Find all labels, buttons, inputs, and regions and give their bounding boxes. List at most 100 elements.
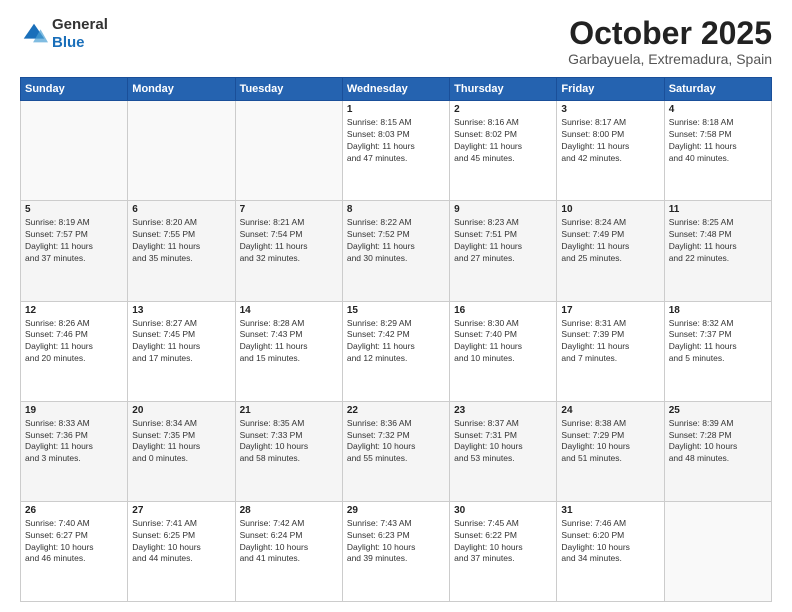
day-info: Sunrise: 8:37 AM Sunset: 7:31 PM Dayligh… — [454, 418, 552, 466]
calendar-week-row: 1 Sunrise: 8:15 AM Sunset: 8:03 PM Daylig… — [21, 101, 772, 201]
calendar-week-row: 12 Sunrise: 8:26 AM Sunset: 7:46 PM Dayli… — [21, 301, 772, 401]
logo-text: General Blue — [52, 16, 108, 52]
calendar: Sunday Monday Tuesday Wednesday Thursday… — [20, 77, 772, 602]
day-number: 7 — [240, 204, 338, 215]
header-wednesday: Wednesday — [342, 78, 449, 101]
month-title: October 2025 — [568, 16, 772, 51]
day-number: 18 — [669, 305, 767, 316]
table-row: 3 Sunrise: 8:17 AM Sunset: 8:00 PM Daylig… — [557, 101, 664, 201]
day-info: Sunrise: 8:19 AM Sunset: 7:57 PM Dayligh… — [25, 217, 123, 265]
day-info: Sunrise: 7:43 AM Sunset: 6:23 PM Dayligh… — [347, 518, 445, 566]
day-number: 1 — [347, 104, 445, 115]
day-info: Sunrise: 8:21 AM Sunset: 7:54 PM Dayligh… — [240, 217, 338, 265]
day-number: 27 — [132, 505, 230, 516]
table-row: 15 Sunrise: 8:29 AM Sunset: 7:42 PM Dayli… — [342, 301, 449, 401]
day-info: Sunrise: 7:45 AM Sunset: 6:22 PM Dayligh… — [454, 518, 552, 566]
table-row: 25Sunrise: 8:39 AM Sunset: 7:28 PM Dayli… — [664, 401, 771, 501]
day-info: Sunrise: 8:15 AM Sunset: 8:03 PM Dayligh… — [347, 117, 445, 165]
table-row: 20Sunrise: 8:34 AM Sunset: 7:35 PM Dayli… — [128, 401, 235, 501]
table-row: 27Sunrise: 7:41 AM Sunset: 6:25 PM Dayli… — [128, 501, 235, 601]
header-sunday: Sunday — [21, 78, 128, 101]
calendar-week-row: 26Sunrise: 7:40 AM Sunset: 6:27 PM Dayli… — [21, 501, 772, 601]
day-info: Sunrise: 8:20 AM Sunset: 7:55 PM Dayligh… — [132, 217, 230, 265]
day-info: Sunrise: 7:42 AM Sunset: 6:24 PM Dayligh… — [240, 518, 338, 566]
day-info: Sunrise: 8:22 AM Sunset: 7:52 PM Dayligh… — [347, 217, 445, 265]
day-info: Sunrise: 8:38 AM Sunset: 7:29 PM Dayligh… — [561, 418, 659, 466]
day-number: 8 — [347, 204, 445, 215]
day-number: 15 — [347, 305, 445, 316]
day-number: 4 — [669, 104, 767, 115]
calendar-week-row: 5 Sunrise: 8:19 AM Sunset: 7:57 PM Daylig… — [21, 201, 772, 301]
header-thursday: Thursday — [450, 78, 557, 101]
day-info: Sunrise: 7:46 AM Sunset: 6:20 PM Dayligh… — [561, 518, 659, 566]
day-info: Sunrise: 8:18 AM Sunset: 7:58 PM Dayligh… — [669, 117, 767, 165]
day-info: Sunrise: 8:34 AM Sunset: 7:35 PM Dayligh… — [132, 418, 230, 466]
table-row: 6Sunrise: 8:20 AM Sunset: 7:55 PM Daylig… — [128, 201, 235, 301]
table-row: 12 Sunrise: 8:26 AM Sunset: 7:46 PM Dayli… — [21, 301, 128, 401]
day-info: Sunrise: 8:32 AM Sunset: 7:37 PM Dayligh… — [669, 318, 767, 366]
day-info: Sunrise: 8:31 AM Sunset: 7:39 PM Dayligh… — [561, 318, 659, 366]
table-row: 5 Sunrise: 8:19 AM Sunset: 7:57 PM Daylig… — [21, 201, 128, 301]
day-info: Sunrise: 8:30 AM Sunset: 7:40 PM Dayligh… — [454, 318, 552, 366]
day-info: Sunrise: 8:24 AM Sunset: 7:49 PM Dayligh… — [561, 217, 659, 265]
day-info: Sunrise: 8:35 AM Sunset: 7:33 PM Dayligh… — [240, 418, 338, 466]
day-number: 10 — [561, 204, 659, 215]
header-tuesday: Tuesday — [235, 78, 342, 101]
day-number: 3 — [561, 104, 659, 115]
day-number: 24 — [561, 405, 659, 416]
day-number: 11 — [669, 204, 767, 215]
table-row: 22Sunrise: 8:36 AM Sunset: 7:32 PM Dayli… — [342, 401, 449, 501]
day-info: Sunrise: 8:33 AM Sunset: 7:36 PM Dayligh… — [25, 418, 123, 466]
day-info: Sunrise: 8:36 AM Sunset: 7:32 PM Dayligh… — [347, 418, 445, 466]
header: General Blue October 2025 Garbayuela, Ex… — [20, 16, 772, 67]
day-number: 5 — [25, 204, 123, 215]
table-row: 19 Sunrise: 8:33 AM Sunset: 7:36 PM Dayli… — [21, 401, 128, 501]
table-row: 9Sunrise: 8:23 AM Sunset: 7:51 PM Daylig… — [450, 201, 557, 301]
table-row: 10 Sunrise: 8:24 AM Sunset: 7:49 PM Dayli… — [557, 201, 664, 301]
day-info: Sunrise: 8:25 AM Sunset: 7:48 PM Dayligh… — [669, 217, 767, 265]
day-info: Sunrise: 8:17 AM Sunset: 8:00 PM Dayligh… — [561, 117, 659, 165]
day-info: Sunrise: 8:23 AM Sunset: 7:51 PM Dayligh… — [454, 217, 552, 265]
logo-general: General — [52, 16, 108, 33]
table-row: 7 Sunrise: 8:21 AM Sunset: 7:54 PM Daylig… — [235, 201, 342, 301]
day-info: Sunrise: 8:27 AM Sunset: 7:45 PM Dayligh… — [132, 318, 230, 366]
header-monday: Monday — [128, 78, 235, 101]
table-row — [21, 101, 128, 201]
day-info: Sunrise: 8:16 AM Sunset: 8:02 PM Dayligh… — [454, 117, 552, 165]
table-row: 29 Sunrise: 7:43 AM Sunset: 6:23 PM Dayli… — [342, 501, 449, 601]
header-friday: Friday — [557, 78, 664, 101]
table-row: 13 Sunrise: 8:27 AM Sunset: 7:45 PM Dayli… — [128, 301, 235, 401]
day-info: Sunrise: 8:29 AM Sunset: 7:42 PM Dayligh… — [347, 318, 445, 366]
page: General Blue October 2025 Garbayuela, Ex… — [0, 0, 792, 612]
table-row — [128, 101, 235, 201]
table-row: 18 Sunrise: 8:32 AM Sunset: 7:37 PM Dayli… — [664, 301, 771, 401]
table-row: 21 Sunrise: 8:35 AM Sunset: 7:33 PM Dayli… — [235, 401, 342, 501]
day-number: 26 — [25, 505, 123, 516]
table-row: 4 Sunrise: 8:18 AM Sunset: 7:58 PM Daylig… — [664, 101, 771, 201]
logo: General Blue — [20, 16, 108, 52]
day-number: 16 — [454, 305, 552, 316]
table-row: 1 Sunrise: 8:15 AM Sunset: 8:03 PM Daylig… — [342, 101, 449, 201]
table-row: 11 Sunrise: 8:25 AM Sunset: 7:48 PM Dayli… — [664, 201, 771, 301]
day-number: 19 — [25, 405, 123, 416]
table-row: 30Sunrise: 7:45 AM Sunset: 6:22 PM Dayli… — [450, 501, 557, 601]
day-number: 29 — [347, 505, 445, 516]
day-number: 12 — [25, 305, 123, 316]
table-row: 8 Sunrise: 8:22 AM Sunset: 7:52 PM Daylig… — [342, 201, 449, 301]
day-number: 23 — [454, 405, 552, 416]
table-row: 28Sunrise: 7:42 AM Sunset: 6:24 PM Dayli… — [235, 501, 342, 601]
calendar-week-row: 19 Sunrise: 8:33 AM Sunset: 7:36 PM Dayli… — [21, 401, 772, 501]
day-number: 21 — [240, 405, 338, 416]
title-section: October 2025 Garbayuela, Extremadura, Sp… — [568, 16, 772, 67]
day-number: 14 — [240, 305, 338, 316]
header-saturday: Saturday — [664, 78, 771, 101]
day-info: Sunrise: 8:28 AM Sunset: 7:43 PM Dayligh… — [240, 318, 338, 366]
table-row — [664, 501, 771, 601]
location-title: Garbayuela, Extremadura, Spain — [568, 51, 772, 67]
day-number: 17 — [561, 305, 659, 316]
table-row: 16 Sunrise: 8:30 AM Sunset: 7:40 PM Dayli… — [450, 301, 557, 401]
table-row: 17 Sunrise: 8:31 AM Sunset: 7:39 PM Dayli… — [557, 301, 664, 401]
day-info: Sunrise: 8:26 AM Sunset: 7:46 PM Dayligh… — [25, 318, 123, 366]
day-number: 13 — [132, 305, 230, 316]
logo-icon — [20, 20, 48, 48]
